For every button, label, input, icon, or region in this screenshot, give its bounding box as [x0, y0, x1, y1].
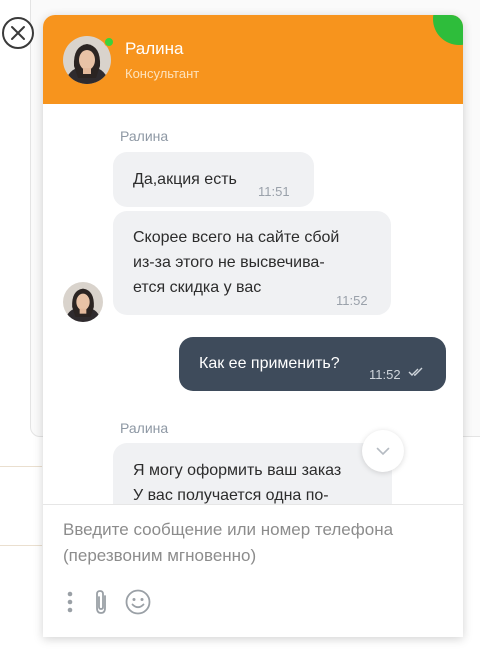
- message-bubble-incoming: Да,акция есть 11:51: [113, 152, 314, 207]
- scroll-down-button[interactable]: [362, 430, 404, 472]
- emoji-icon: [125, 589, 151, 615]
- message-input[interactable]: Введите сообщение или номер телефона (пе…: [63, 517, 423, 569]
- chat-widget: Ралина Консультант Ралина Да,акция есть …: [43, 15, 463, 637]
- agent-role: Консультант: [125, 66, 200, 81]
- status-corner: [433, 15, 463, 45]
- message-text: из-за этого не высвечива-: [133, 254, 325, 271]
- sender-label: Ралина: [120, 420, 169, 436]
- background-divider: [0, 545, 42, 546]
- message-text: Да,акция есть: [133, 171, 237, 188]
- agent-name: Ралина: [125, 39, 184, 58]
- paperclip-icon: [96, 590, 106, 614]
- sender-label: Ралина: [120, 128, 169, 144]
- message-text: Скорее всего на сайте сбой: [133, 229, 340, 246]
- message-text: Я могу оформить ваш заказ: [133, 462, 342, 479]
- message-input-area: Введите сообщение или номер телефона (пе…: [43, 504, 463, 637]
- chat-header: Ралина Консультант: [43, 15, 463, 104]
- background-divider: [0, 466, 42, 467]
- message-time: 11:52: [336, 293, 368, 308]
- avatar: [63, 282, 103, 322]
- more-vertical-icon: [67, 591, 73, 613]
- message-bubble-incoming: Скорее всего на сайте сбой из-за этого н…: [113, 211, 391, 315]
- message-text: У вас получается одна по-: [133, 487, 329, 504]
- close-icon: [11, 26, 25, 40]
- message-bubble-incoming: Я могу оформить ваш заказ У вас получает…: [113, 443, 392, 504]
- attach-button[interactable]: [92, 589, 110, 620]
- message-time: 11:51: [258, 184, 290, 199]
- emoji-button[interactable]: [125, 589, 151, 620]
- message-time: 11:52: [369, 367, 401, 382]
- more-button[interactable]: [67, 591, 73, 618]
- close-button[interactable]: [2, 17, 34, 49]
- read-double-check-icon: [408, 367, 423, 376]
- online-status-dot: [104, 37, 114, 47]
- message-bubble-outgoing: Как ее применить? 11:52: [179, 337, 446, 391]
- chevron-down-icon: [376, 447, 390, 455]
- message-text: Как ее применить?: [199, 355, 340, 372]
